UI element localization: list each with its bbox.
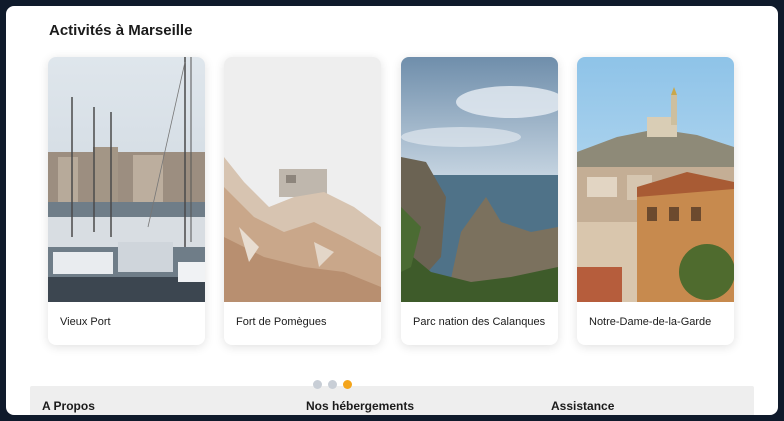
carousel-dot-2[interactable] [328, 380, 337, 389]
carousel-dot-3[interactable] [343, 380, 352, 389]
card-label: Notre-Dame-de-la-Garde [589, 316, 712, 328]
carousel-pagination [313, 380, 352, 389]
notre-dame-photo [577, 57, 734, 302]
footer-link-a-propos[interactable]: A Propos [42, 399, 95, 413]
vieux-port-photo [48, 57, 205, 302]
activity-card-vieux-port[interactable]: Vieux Port [48, 57, 205, 345]
activity-card-notre-dame-de-la-garde[interactable]: Notre-Dame-de-la-Garde [577, 57, 734, 345]
carousel-dot-1[interactable] [313, 380, 322, 389]
section-title: Activités à Marseille [49, 22, 193, 39]
app-frame: Activités à Marseille Vieux Port Fort de… [0, 0, 784, 421]
calanques-photo [401, 57, 558, 302]
card-label: Fort de Pomègues [236, 316, 327, 328]
footer-link-assistance[interactable]: Assistance [551, 399, 614, 413]
activity-card-fort-de-pomegues[interactable]: Fort de Pomègues [224, 57, 381, 345]
fort-de-pomegues-photo [224, 57, 381, 302]
footer-bar: A Propos Nos hébergements Assistance [30, 386, 754, 415]
card-label: Parc nation des Calanques [413, 316, 546, 328]
footer-link-nos-hebergements[interactable]: Nos hébergements [306, 399, 414, 413]
activity-card-parc-des-calanques[interactable]: Parc nation des Calanques [401, 57, 558, 345]
activities-page: Activités à Marseille Vieux Port Fort de… [6, 6, 778, 415]
card-label: Vieux Port [60, 316, 111, 328]
